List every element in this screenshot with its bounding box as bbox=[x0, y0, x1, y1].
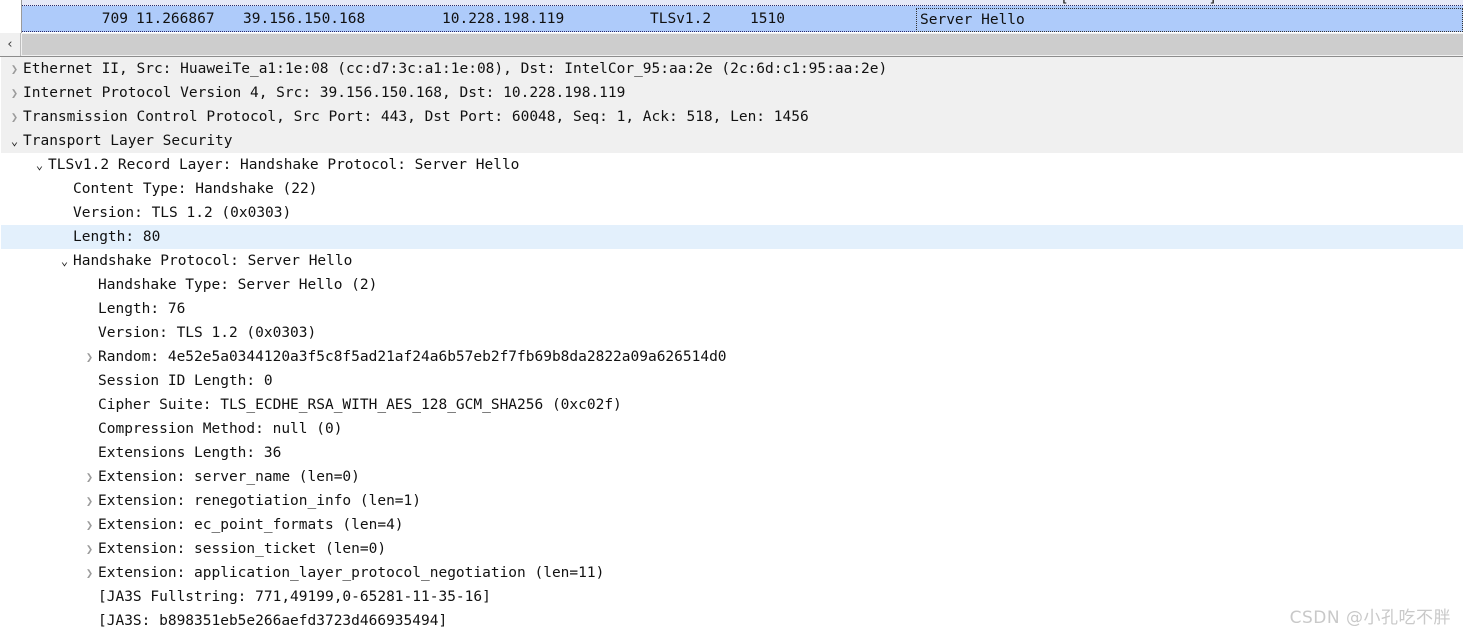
tree-row-label: Length: 80 bbox=[73, 229, 161, 245]
tree-row-label: Ethernet II, Src: HuaweiTe_a1:1e:08 (cc:… bbox=[23, 61, 888, 77]
protocol-tree[interactable]: ❯ Ethernet II, Src: HuaweiTe_a1:1e:08 (cc… bbox=[1, 57, 1463, 633]
packet-list-pane[interactable]: [ ] 709 11.266867 39.156.150.168 10.228.… bbox=[0, 0, 1463, 33]
tree-row[interactable]: Cipher Suite: TLS_ECDHE_RSA_WITH_AES_128… bbox=[1, 393, 1463, 417]
tree-row-label: Internet Protocol Version 4, Src: 39.156… bbox=[23, 85, 626, 101]
tree-row-label: Handshake Protocol: Server Hello bbox=[73, 253, 353, 269]
tree-row[interactable]: ❯ Ethernet II, Src: HuaweiTe_a1:1e:08 (cc… bbox=[1, 57, 1463, 81]
tree-row[interactable]: [JA3S: b898351eb5e266aefd3723d466935494] bbox=[1, 609, 1463, 633]
tree-spacer-icon bbox=[56, 225, 73, 249]
tree-row[interactable]: Extensions Length: 36 bbox=[1, 441, 1463, 465]
chevron-right-icon[interactable]: ❯ bbox=[81, 489, 98, 513]
tree-row[interactable]: Content Type: Handshake (22) bbox=[1, 177, 1463, 201]
tree-row[interactable]: Length: 76 bbox=[1, 297, 1463, 321]
tree-row[interactable]: ⌄ TLSv1.2 Record Layer: Handshake Protoco… bbox=[1, 153, 1463, 177]
tree-spacer-icon bbox=[81, 441, 98, 465]
tree-row[interactable]: ❯ Transmission Control Protocol, Src Port… bbox=[1, 105, 1463, 129]
tree-row-label: Extension: server_name (len=0) bbox=[98, 469, 360, 485]
tree-spacer-icon bbox=[81, 393, 98, 417]
tree-spacer-icon bbox=[81, 321, 98, 345]
tree-row-label: Extensions Length: 36 bbox=[98, 445, 282, 461]
packet-protocol-cell: TLSv1.2 bbox=[650, 11, 712, 27]
tree-row[interactable]: ❯ Extension: renegotiation_info (len=1) bbox=[1, 489, 1463, 513]
tree-row-label: [JA3S: b898351eb5e266aefd3723d466935494] bbox=[98, 613, 448, 629]
chevron-down-icon[interactable]: ⌄ bbox=[56, 249, 73, 273]
tree-row[interactable]: ❯ Extension: session_ticket (len=0) bbox=[1, 537, 1463, 561]
tree-row-label: Length: 76 bbox=[98, 301, 186, 317]
tree-row-label: Handshake Type: Server Hello (2) bbox=[98, 277, 378, 293]
chevron-right-icon[interactable]: ❯ bbox=[81, 465, 98, 489]
tree-row-label: Random: 4e52e5a0344120a3f5c8f5ad21af24a6… bbox=[98, 349, 727, 365]
tree-row-label: Extension: ec_point_formats (len=4) bbox=[98, 517, 404, 533]
tree-row[interactable]: Version: TLS 1.2 (0x0303) bbox=[1, 321, 1463, 345]
tree-row-label: Session ID Length: 0 bbox=[98, 373, 273, 389]
tree-row[interactable]: Version: TLS 1.2 (0x0303) bbox=[1, 201, 1463, 225]
tree-row[interactable]: [JA3S Fullstring: 771,49199,0-65281-11-3… bbox=[1, 585, 1463, 609]
tree-row-label: Transport Layer Security bbox=[23, 133, 233, 149]
chevron-right-icon[interactable]: ❯ bbox=[81, 513, 98, 537]
tree-row[interactable]: Session ID Length: 0 bbox=[1, 369, 1463, 393]
chevron-right-icon[interactable]: ❯ bbox=[81, 345, 98, 369]
chevron-down-icon[interactable]: ⌄ bbox=[6, 129, 23, 153]
tree-spacer-icon bbox=[81, 273, 98, 297]
tree-row-label: Transmission Control Protocol, Src Port:… bbox=[23, 109, 809, 125]
packet-list-row-selected[interactable]: 709 11.266867 39.156.150.168 10.228.198.… bbox=[0, 6, 1463, 32]
tree-row[interactable]: Compression Method: null (0) bbox=[1, 417, 1463, 441]
scroll-left-arrow-icon[interactable]: ‹ bbox=[0, 33, 21, 56]
tree-row-label: Version: TLS 1.2 (0x0303) bbox=[73, 205, 292, 221]
packet-length-cell: 1510 bbox=[750, 11, 785, 27]
tree-row[interactable]: ❯ Extension: application_layer_protocol_n… bbox=[1, 561, 1463, 585]
tree-row-label: [JA3S Fullstring: 771,49199,0-65281-11-3… bbox=[98, 589, 491, 605]
tree-row[interactable]: ❯ Extension: ec_point_formats (len=4) bbox=[1, 513, 1463, 537]
tree-row-label: Extension: session_ticket (len=0) bbox=[98, 541, 387, 557]
scrollbar-track[interactable] bbox=[22, 34, 1463, 55]
packet-source-cell: 39.156.150.168 bbox=[243, 11, 366, 27]
tree-row[interactable]: ⌄ Handshake Protocol: Server Hello bbox=[1, 249, 1463, 273]
packet-list-gutter bbox=[0, 0, 22, 33]
packet-details-pane[interactable]: ❯ Ethernet II, Src: HuaweiTe_a1:1e:08 (cc… bbox=[0, 57, 1463, 636]
tree-spacer-icon bbox=[56, 177, 73, 201]
tree-row-label: Content Type: Handshake (22) bbox=[73, 181, 318, 197]
tree-row[interactable]: ❯ Internet Protocol Version 4, Src: 39.15… bbox=[1, 81, 1463, 105]
tree-row-label: Version: TLS 1.2 (0x0303) bbox=[98, 325, 317, 341]
tree-row-label: TLSv1.2 Record Layer: Handshake Protocol… bbox=[48, 157, 520, 173]
chevron-right-icon[interactable]: ❯ bbox=[6, 81, 23, 105]
tree-row[interactable]: ⌄ Transport Layer Security bbox=[1, 129, 1463, 153]
tree-row-label: Extension: renegotiation_info (len=1) bbox=[98, 493, 422, 509]
chevron-right-icon[interactable]: ❯ bbox=[81, 537, 98, 561]
tree-spacer-icon bbox=[81, 369, 98, 393]
tree-spacer-icon bbox=[81, 297, 98, 321]
tree-spacer-icon bbox=[56, 201, 73, 225]
chevron-right-icon[interactable]: ❯ bbox=[6, 57, 23, 81]
tree-row-label: Compression Method: null (0) bbox=[98, 421, 343, 437]
tree-row[interactable]: Length: 80 bbox=[1, 225, 1463, 249]
tree-row[interactable]: Handshake Type: Server Hello (2) bbox=[1, 273, 1463, 297]
tree-row-label: Extension: application_layer_protocol_ne… bbox=[98, 565, 605, 581]
tree-row[interactable]: ❯ Random: 4e52e5a0344120a3f5c8f5ad21af24a… bbox=[1, 345, 1463, 369]
tree-row[interactable]: ❯ Extension: server_name (len=0) bbox=[1, 465, 1463, 489]
tree-row-label: Cipher Suite: TLS_ECDHE_RSA_WITH_AES_128… bbox=[98, 397, 622, 413]
packet-no-cell: 709 bbox=[101, 11, 128, 27]
tree-spacer-icon bbox=[81, 417, 98, 441]
horizontal-scrollbar[interactable]: ‹ bbox=[0, 33, 1463, 57]
chevron-right-icon[interactable]: ❯ bbox=[81, 561, 98, 585]
tree-spacer-icon bbox=[81, 609, 98, 633]
chevron-down-icon[interactable]: ⌄ bbox=[31, 153, 48, 177]
tree-spacer-icon bbox=[81, 585, 98, 609]
packet-time-cell: 11.266867 bbox=[136, 11, 215, 27]
packet-destination-cell: 10.228.198.119 bbox=[442, 11, 565, 27]
chevron-right-icon[interactable]: ❯ bbox=[6, 105, 23, 129]
packet-info-cell: Server Hello bbox=[916, 8, 1463, 32]
